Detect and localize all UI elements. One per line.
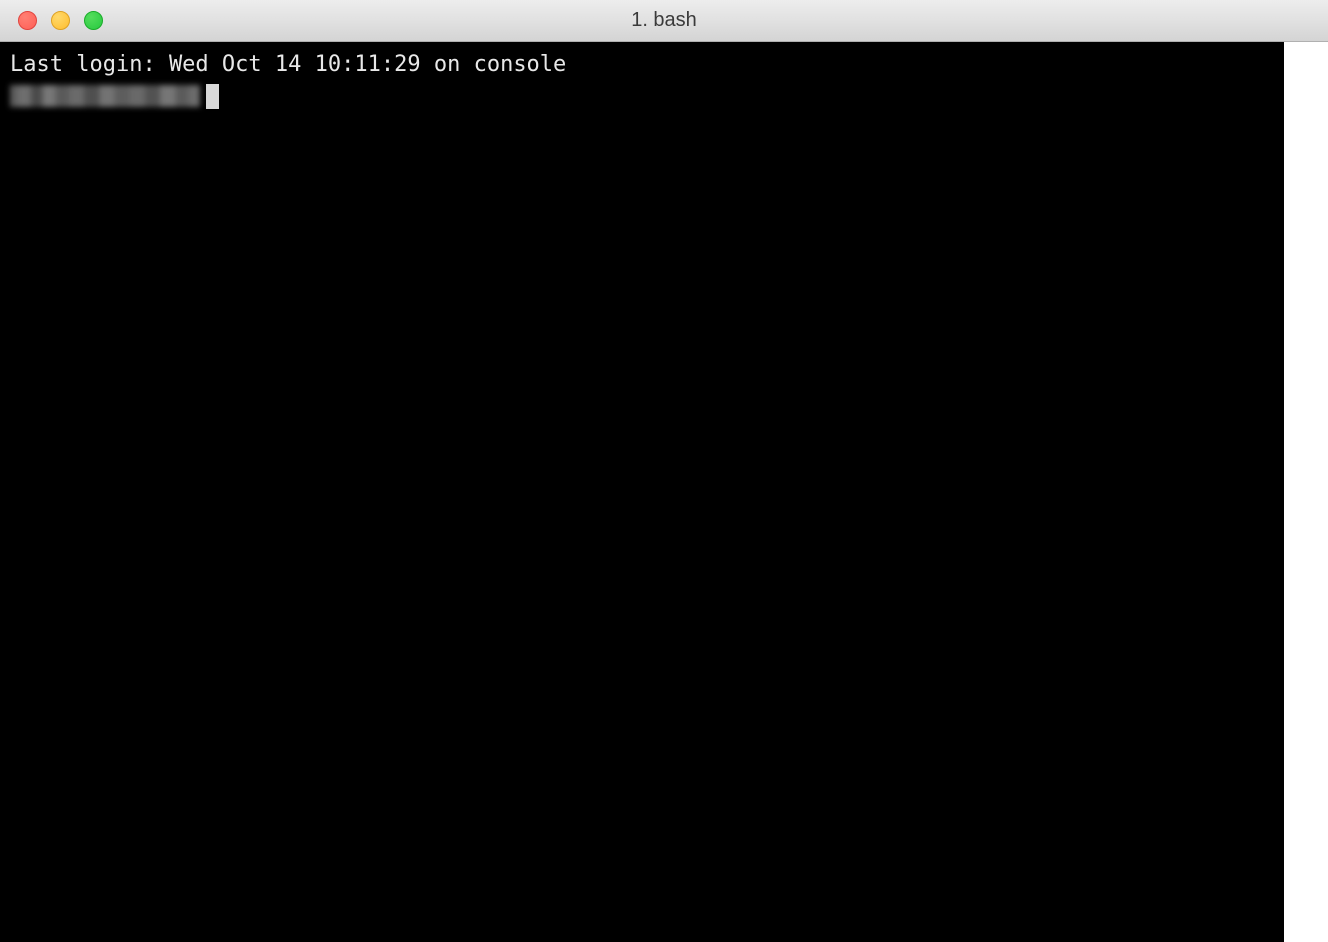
terminal-wrap: Last login: Wed Oct 14 10:11:29 on conso…	[0, 42, 1328, 942]
zoom-icon[interactable]	[84, 11, 103, 30]
window-controls	[0, 11, 103, 30]
cursor-icon	[206, 84, 219, 109]
terminal-window: 1. bash Last login: Wed Oct 14 10:11:29 …	[0, 0, 1328, 942]
scrollbar-gutter[interactable]	[1284, 42, 1328, 942]
minimize-icon[interactable]	[51, 11, 70, 30]
window-titlebar[interactable]: 1. bash	[0, 0, 1328, 42]
prompt-line	[10, 81, 1274, 112]
window-title: 1. bash	[631, 9, 697, 32]
last-login-line: Last login: Wed Oct 14 10:11:29 on conso…	[10, 52, 566, 77]
close-icon[interactable]	[18, 11, 37, 30]
redacted-prompt	[10, 85, 200, 107]
terminal-content[interactable]: Last login: Wed Oct 14 10:11:29 on conso…	[0, 42, 1284, 942]
